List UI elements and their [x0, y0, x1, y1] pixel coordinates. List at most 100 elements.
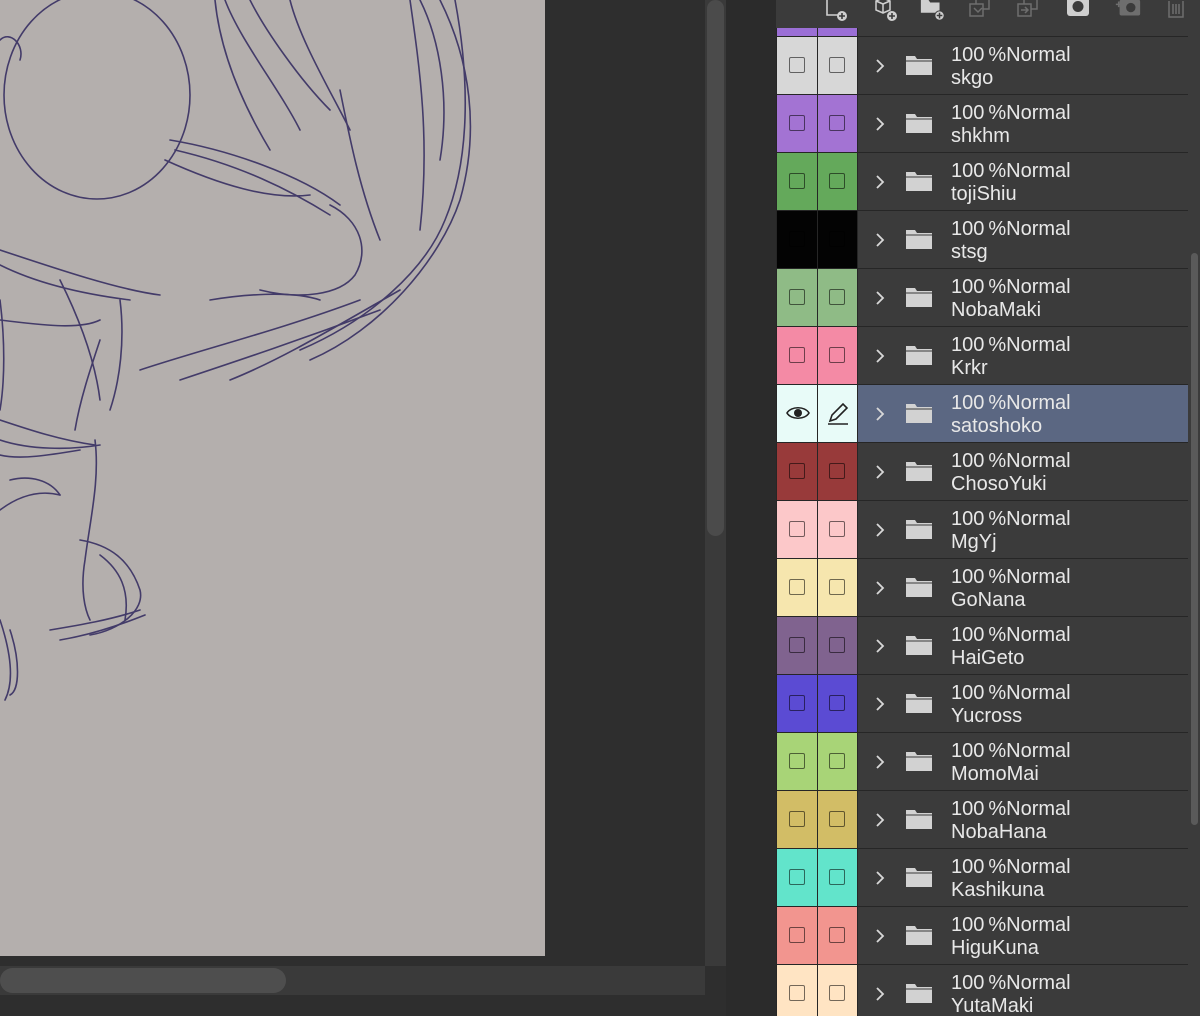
edit-checkbox[interactable]: [829, 927, 845, 943]
visibility-checkbox[interactable]: [789, 521, 805, 537]
layer-edit-toggle[interactable]: [818, 501, 858, 558]
layer-row[interactable]: 100 %Normal HiguKuna: [776, 907, 1200, 965]
layer-row[interactable]: 100 %Normal NobaMaki: [776, 269, 1200, 327]
layer-row[interactable]: 100 %Normal ChosoYuki: [776, 443, 1200, 501]
canvas-paper[interactable]: [0, 0, 545, 956]
visibility-checkbox[interactable]: [789, 985, 805, 1001]
edit-checkbox[interactable]: [829, 115, 845, 131]
layer-edit-toggle[interactable]: [818, 907, 858, 964]
edit-checkbox[interactable]: [829, 347, 845, 363]
layer-edit-toggle[interactable]: [818, 153, 858, 210]
edit-checkbox[interactable]: [829, 985, 845, 1001]
layer-row[interactable]: 100 %Normal MomoMai: [776, 733, 1200, 791]
layer-row[interactable]: 100 %Normal Krkr: [776, 327, 1200, 385]
layer-row-body[interactable]: 100 %Normal Kashikuna: [858, 849, 1200, 906]
delete-layer-button[interactable]: [1162, 0, 1190, 24]
layer-visibility-toggle[interactable]: [776, 907, 818, 964]
edit-checkbox[interactable]: [829, 637, 845, 653]
layer-panel-scroll-thumb[interactable]: [1191, 253, 1198, 825]
visibility-checkbox[interactable]: [789, 811, 805, 827]
layer-row[interactable]: 100 %Normal MgYj: [776, 501, 1200, 559]
layer-visibility-toggle[interactable]: [776, 559, 818, 616]
chevron-right-icon[interactable]: [872, 579, 888, 597]
layer-row[interactable]: 100 %Normal GoNana: [776, 559, 1200, 617]
layer-row-body[interactable]: 100 %Normal Yucross: [858, 675, 1200, 732]
layer-edit-toggle[interactable]: [818, 559, 858, 616]
edit-checkbox[interactable]: [829, 579, 845, 595]
layer-row-body[interactable]: 100 %Normal MgYj: [858, 501, 1200, 558]
layer-visibility-toggle[interactable]: [776, 849, 818, 906]
layer-visibility-toggle[interactable]: [776, 675, 818, 732]
visibility-checkbox[interactable]: [789, 869, 805, 885]
layer-row[interactable]: 100 %Normal Yucross: [776, 675, 1200, 733]
chevron-right-icon[interactable]: [872, 753, 888, 771]
edit-checkbox[interactable]: [829, 753, 845, 769]
chevron-right-icon[interactable]: [872, 521, 888, 539]
chevron-right-icon[interactable]: [872, 347, 888, 365]
chevron-right-icon[interactable]: [872, 637, 888, 655]
new-folder-button[interactable]: [919, 0, 947, 24]
layer-visibility-toggle[interactable]: [776, 385, 818, 442]
layer-row-body[interactable]: 100 %Normal stsg: [858, 211, 1200, 268]
layer-row[interactable]: 100 %Normal stsg: [776, 211, 1200, 269]
layer-edit-toggle[interactable]: [818, 385, 858, 442]
chevron-right-icon[interactable]: [872, 231, 888, 249]
layer-edit-toggle[interactable]: [818, 443, 858, 500]
visibility-checkbox[interactable]: [789, 173, 805, 189]
visibility-checkbox[interactable]: [789, 57, 805, 73]
layer-edit-toggle[interactable]: [818, 37, 858, 94]
layer-edit-toggle[interactable]: [818, 675, 858, 732]
layer-visibility-toggle[interactable]: [776, 269, 818, 326]
layer-row-partial[interactable]: [776, 28, 1200, 37]
transfer-to-lower-layer-button[interactable]: [967, 0, 995, 24]
layer-panel-scrollbar[interactable]: [1188, 28, 1200, 1016]
visibility-checkbox[interactable]: [789, 637, 805, 653]
layer-edit-toggle[interactable]: [818, 849, 858, 906]
visibility-checkbox[interactable]: [789, 695, 805, 711]
chevron-right-icon[interactable]: [872, 115, 888, 133]
chevron-right-icon[interactable]: [872, 985, 888, 1003]
layer-visibility-toggle[interactable]: [776, 617, 818, 674]
layer-row-body[interactable]: 100 %Normal HiguKuna: [858, 907, 1200, 964]
layer-row[interactable]: 100 %Normal Kashikuna: [776, 849, 1200, 907]
edit-checkbox[interactable]: [829, 289, 845, 305]
edit-checkbox[interactable]: [829, 521, 845, 537]
layer-row-body[interactable]: 100 %Normal tojiShiu: [858, 153, 1200, 210]
layer-visibility-toggle[interactable]: [776, 443, 818, 500]
layer-row-body[interactable]: 100 %Normal MomoMai: [858, 733, 1200, 790]
edit-checkbox[interactable]: [829, 695, 845, 711]
layer-row-body[interactable]: 100 %Normal ChosoYuki: [858, 443, 1200, 500]
edit-checkbox[interactable]: [829, 869, 845, 885]
layer-row-body[interactable]: 100 %Normal satoshoko: [858, 385, 1200, 442]
canvas-vertical-scroll-thumb[interactable]: [707, 0, 724, 536]
edit-checkbox[interactable]: [829, 57, 845, 73]
edit-checkbox[interactable]: [829, 811, 845, 827]
layer-visibility-toggle[interactable]: [776, 965, 818, 1016]
chevron-right-icon[interactable]: [872, 173, 888, 191]
layer-edit-toggle[interactable]: [818, 617, 858, 674]
layer-row-body[interactable]: 100 %Normal YutaMaki: [858, 965, 1200, 1016]
layer-visibility-toggle[interactable]: [776, 327, 818, 384]
visibility-checkbox[interactable]: [789, 115, 805, 131]
layer-row[interactable]: 100 %Normal skgo: [776, 37, 1200, 95]
layer-row[interactable]: 100 %Normal shkhm: [776, 95, 1200, 153]
chevron-right-icon[interactable]: [872, 695, 888, 713]
layer-row[interactable]: 100 %Normal tojiShiu: [776, 153, 1200, 211]
chevron-right-icon[interactable]: [872, 463, 888, 481]
layer-row-body[interactable]: 100 %Normal HaiGeto: [858, 617, 1200, 674]
visibility-checkbox[interactable]: [789, 463, 805, 479]
visibility-checkbox[interactable]: [789, 231, 805, 247]
chevron-right-icon[interactable]: [872, 405, 888, 423]
layer-row[interactable]: 100 %Normal satoshoko: [776, 385, 1200, 443]
new-3d-layer-button[interactable]: [872, 0, 900, 24]
chevron-right-icon[interactable]: [872, 927, 888, 945]
apply-mask-button[interactable]: [1064, 0, 1092, 24]
layer-row[interactable]: 100 %Normal NobaHana: [776, 791, 1200, 849]
layer-row-body[interactable]: 100 %Normal NobaHana: [858, 791, 1200, 848]
canvas-vertical-scrollbar[interactable]: [705, 0, 726, 966]
canvas-area[interactable]: [0, 0, 726, 1016]
layer-edit-toggle[interactable]: [818, 791, 858, 848]
visibility-checkbox[interactable]: [789, 753, 805, 769]
layer-visibility-toggle[interactable]: [776, 791, 818, 848]
layer-edit-toggle[interactable]: [818, 269, 858, 326]
